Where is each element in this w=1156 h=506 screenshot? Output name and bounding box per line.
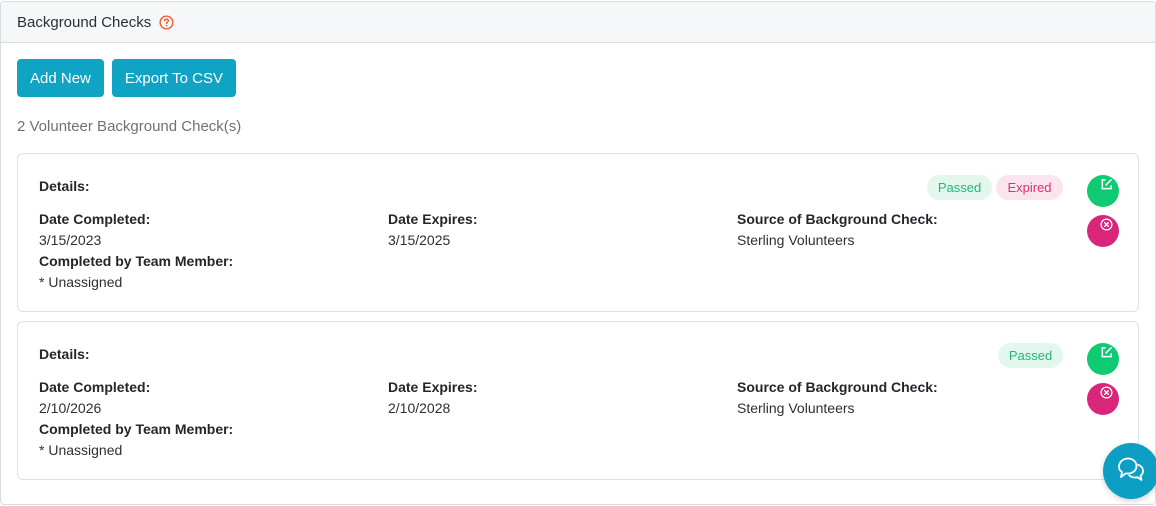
page-title: Background Checks [17, 13, 152, 31]
status-badge-expired: Expired [996, 175, 1063, 200]
source-label: Source of Background Check: [737, 211, 938, 227]
panel-header: Background Checks [1, 2, 1155, 43]
date-completed-value: 2/10/2026 [39, 400, 102, 416]
date-expires-value: 2/10/2028 [388, 400, 451, 416]
background-check-card: Details: Date Completed: 2/10/2026 Compl… [17, 321, 1139, 480]
completed-by-label: Completed by Team Member: [39, 253, 234, 269]
chat-button[interactable] [1103, 443, 1156, 499]
record-count: 2 Volunteer Background Check(s) [17, 118, 242, 135]
date-completed-label: Date Completed: [39, 211, 151, 227]
edit-button[interactable] [1087, 175, 1119, 207]
question-circle-icon[interactable] [159, 14, 174, 30]
source-value: Sterling Volunteers [737, 400, 855, 416]
chat-bubbles-icon [1116, 456, 1146, 487]
background-check-card: Details: Date Completed: 3/15/2023 Compl… [17, 153, 1139, 312]
edit-button[interactable] [1087, 343, 1119, 375]
date-completed-label: Date Completed: [39, 379, 151, 395]
date-completed-value: 3/15/2023 [39, 232, 102, 248]
completed-by-value: * Unassigned [39, 274, 123, 290]
close-circle-icon [1100, 218, 1113, 236]
edit-icon [1100, 346, 1113, 364]
completed-by-value: * Unassigned [39, 442, 123, 458]
completed-by-label: Completed by Team Member: [39, 421, 234, 437]
date-expires-label: Date Expires: [388, 211, 478, 227]
source-value: Sterling Volunteers [737, 232, 855, 248]
details-label: Details: [39, 178, 90, 194]
delete-button[interactable] [1087, 383, 1119, 415]
add-new-button[interactable]: Add New [17, 59, 104, 97]
close-circle-icon [1100, 386, 1113, 404]
edit-icon [1100, 178, 1113, 196]
date-expires-label: Date Expires: [388, 379, 478, 395]
delete-button[interactable] [1087, 215, 1119, 247]
status-badge-passed: Passed [927, 175, 992, 200]
status-badge-passed: Passed [998, 343, 1063, 368]
details-label: Details: [39, 346, 90, 362]
date-expires-value: 3/15/2025 [388, 232, 451, 248]
export-csv-button[interactable]: Export To CSV [111, 59, 236, 97]
toolbar: Add New Export To CSV [17, 59, 236, 97]
source-label: Source of Background Check: [737, 379, 938, 395]
background-checks-panel: Background Checks Add New Export To CSV … [0, 1, 1156, 505]
